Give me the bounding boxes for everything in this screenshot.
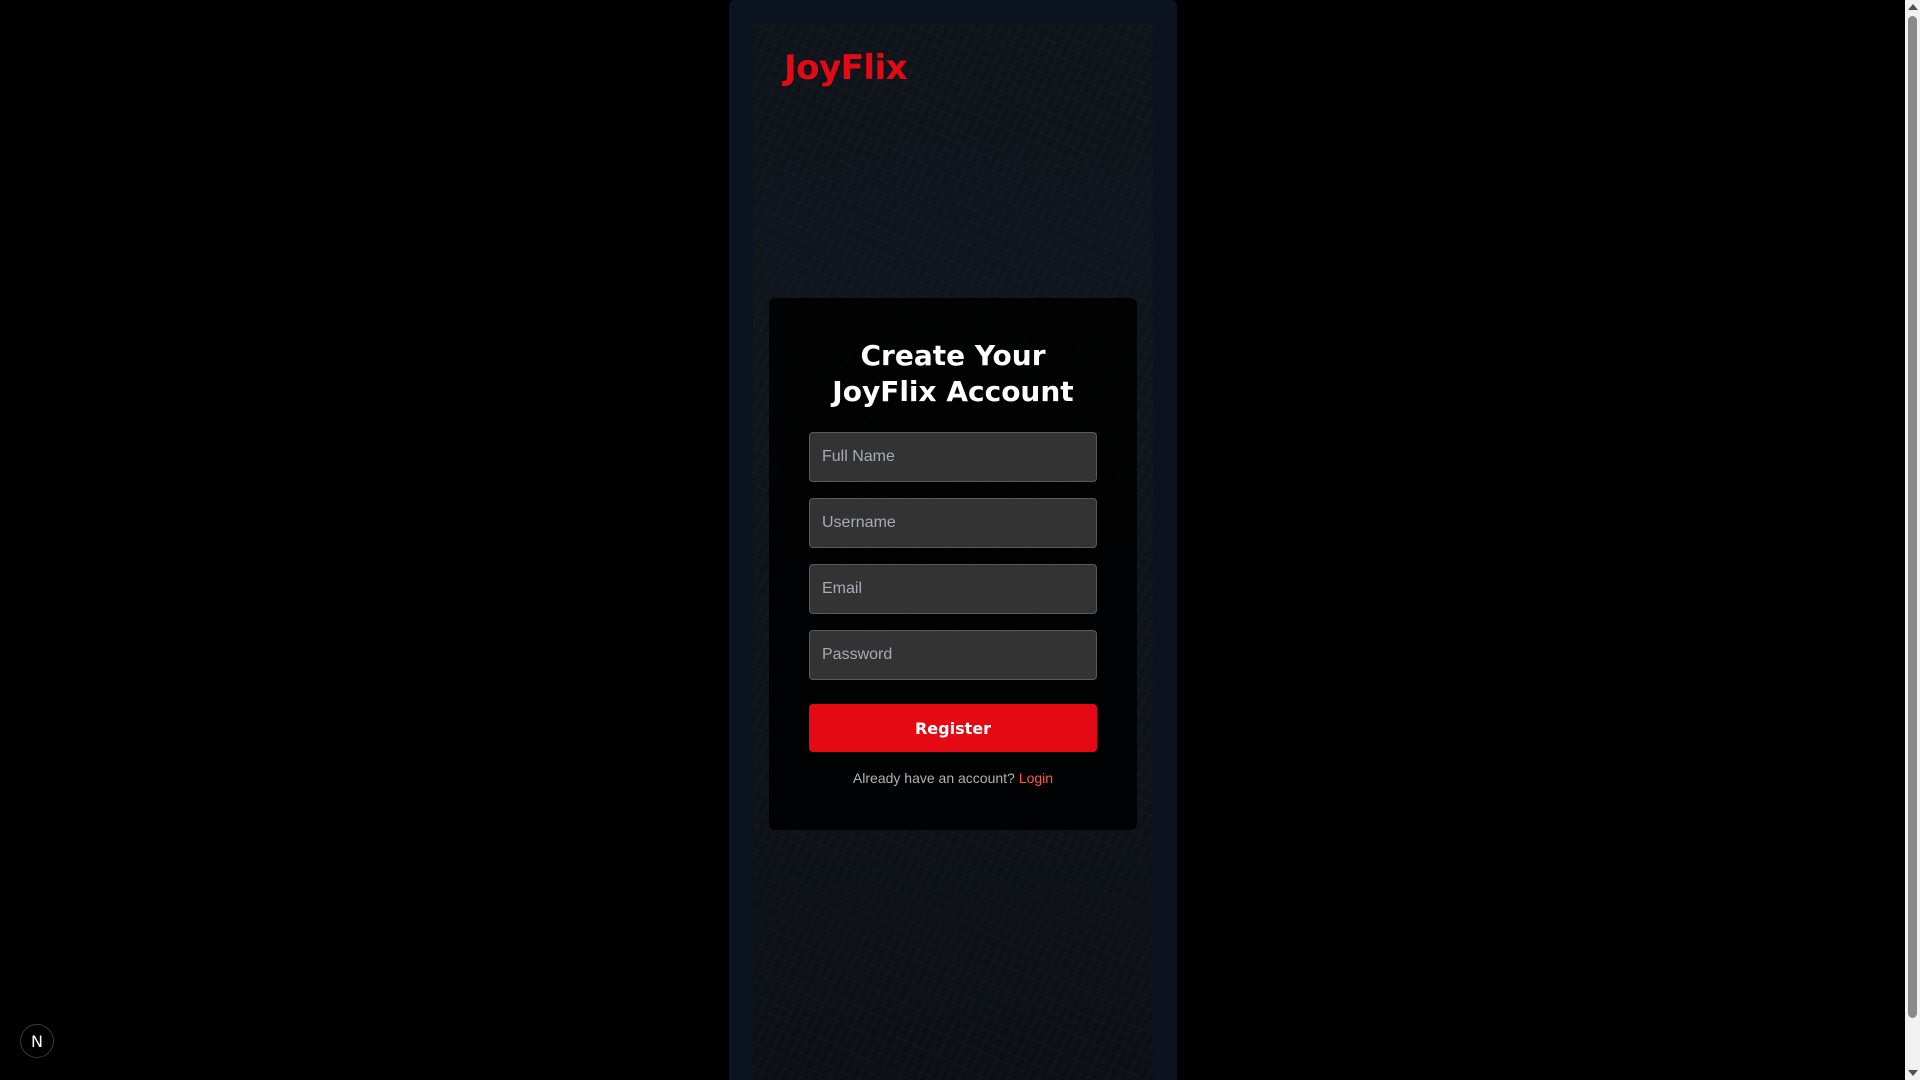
username-input[interactable] <box>809 498 1097 548</box>
scrollbar-thumb[interactable] <box>1908 16 1917 1018</box>
email-input[interactable] <box>809 564 1097 614</box>
login-link[interactable]: Login <box>1019 770 1053 786</box>
scroll-up-arrow-icon[interactable] <box>1908 4 1918 10</box>
login-prompt-text: Already have an account? <box>852 770 1015 786</box>
full-name-input[interactable] <box>809 432 1097 482</box>
nextjs-icon[interactable]: N <box>20 1024 54 1058</box>
register-card: Create Your JoyFlix Account Register Alr… <box>769 298 1137 830</box>
dev-indicator-label: N <box>31 1031 43 1051</box>
register-title: Create Your JoyFlix Account <box>832 339 1074 408</box>
vertical-scrollbar[interactable] <box>1905 0 1920 1080</box>
password-input[interactable] <box>809 630 1097 680</box>
joyflix-logo[interactable]: JoyFlix <box>784 48 908 88</box>
login-prompt: Already have an account? Login <box>809 770 1097 786</box>
register-page: JoyFlix Create Your JoyFlix Account Regi… <box>753 24 1153 1080</box>
register-button[interactable]: Register <box>809 704 1097 752</box>
app-container: JoyFlix Create Your JoyFlix Account Regi… <box>729 0 1177 1080</box>
scroll-down-arrow-icon[interactable] <box>1908 1070 1918 1076</box>
browser-viewport: JoyFlix Create Your JoyFlix Account Regi… <box>0 0 1905 1080</box>
